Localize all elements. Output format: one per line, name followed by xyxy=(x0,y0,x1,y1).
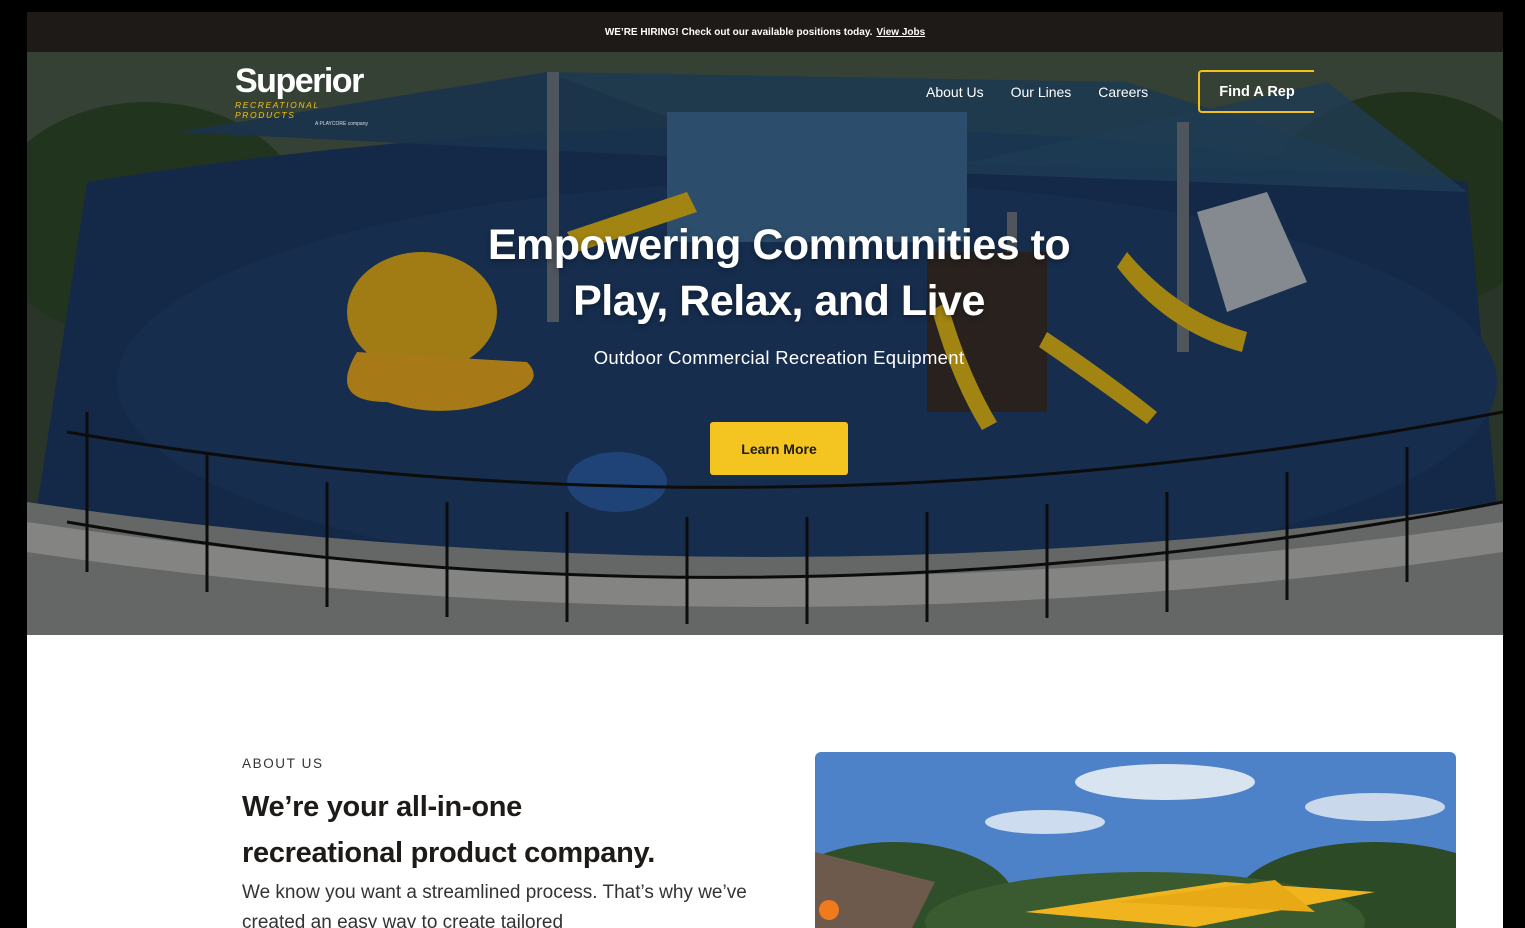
about-body: We know you want a streamlined process. … xyxy=(242,882,747,928)
announcement-bar: WE’RE HIRING! Check out our available po… xyxy=(27,12,1503,52)
logo[interactable]: Superior RECREATIONAL PRODUCTS A PLAYCOR… xyxy=(235,62,380,127)
hero-title-line-2: Play, Relax, and Live xyxy=(573,277,985,325)
about-photo-image xyxy=(815,752,1456,928)
page-frame: WE’RE HIRING! Check out our available po… xyxy=(27,12,1503,928)
about-photo xyxy=(815,752,1456,928)
about-title-line-1: We’re your all-in-one xyxy=(242,791,522,823)
logo-subtitle: RECREATIONAL PRODUCTS xyxy=(235,100,320,120)
about-title-line-2: recreational product company. xyxy=(242,837,655,869)
about-title: We’re your all-in-one recreational produ… xyxy=(242,784,782,876)
main-nav: About Us Our Lines Careers xyxy=(926,84,1148,100)
hero-title-line-1: Empowering Communities to xyxy=(487,221,1071,269)
hero-overlay xyxy=(27,52,1503,635)
nav-careers[interactable]: Careers xyxy=(1098,84,1148,100)
logo-wordmark: Superior xyxy=(235,62,364,100)
about-eyebrow: ABOUT US xyxy=(242,756,324,771)
nav-about-us[interactable]: About Us xyxy=(926,84,984,100)
hero-title: Empowering Communities to Play, Relax, a… xyxy=(27,217,1503,329)
find-a-rep-button[interactable]: Find A Rep xyxy=(1198,70,1314,113)
logo-parent: A PLAYCORE company xyxy=(315,121,368,127)
view-jobs-link[interactable]: View Jobs xyxy=(876,27,925,38)
nav-our-lines[interactable]: Our Lines xyxy=(1011,84,1072,100)
announcement-text: WE’RE HIRING! Check out our available po… xyxy=(604,26,873,38)
hero-subtitle: Outdoor Commercial Recreation Equipment xyxy=(593,347,965,368)
hero-section: Superior RECREATIONAL PRODUCTS A PLAYCOR… xyxy=(27,52,1503,635)
learn-more-button[interactable]: Learn More xyxy=(710,422,848,475)
